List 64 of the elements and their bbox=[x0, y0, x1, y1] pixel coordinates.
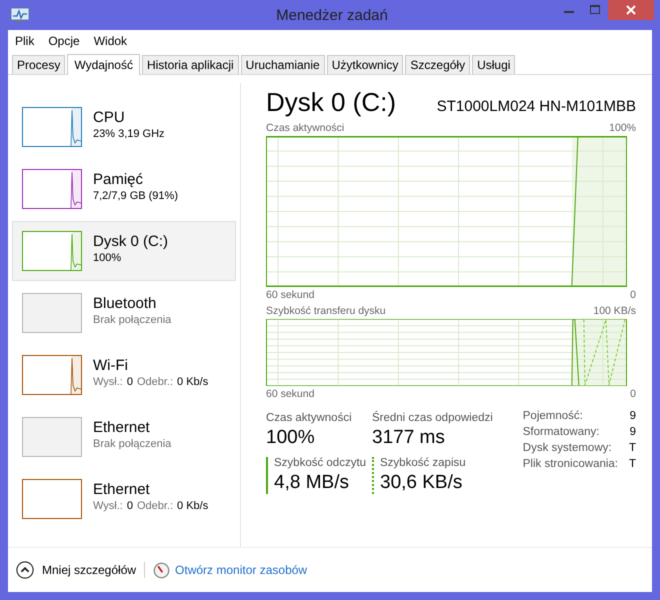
resource-detail: Wysł.: 0 Odebr.: 0 Kb/s bbox=[93, 500, 210, 512]
property-label: Pojemność: bbox=[522, 410, 584, 422]
tab[interactable]: Procesy bbox=[12, 55, 66, 74]
property-value: 9 bbox=[628, 426, 636, 438]
graph-min: 0 bbox=[630, 388, 636, 400]
tab[interactable]: Historia aplikacji bbox=[142, 55, 239, 74]
stat-value: 100% bbox=[266, 427, 316, 449]
menu-item[interactable]: Plik bbox=[15, 34, 34, 48]
resource-name: Wi-Fi bbox=[93, 356, 129, 374]
resource-detail: 100% bbox=[93, 252, 122, 264]
window-title: Menedżer zadań bbox=[275, 7, 389, 24]
disk-title: Dysk 0 (C:) bbox=[266, 87, 396, 118]
graph-label: Czas aktywności bbox=[266, 122, 344, 134]
property-label: Plik stronicowania: bbox=[522, 458, 618, 470]
resource-detail: Brak połączenia bbox=[93, 314, 172, 326]
sidebar-item[interactable]: Dysk 0 (C:) 100% bbox=[12, 221, 236, 281]
resource-monitor-link[interactable]: Otwórz monitor zasobów bbox=[175, 563, 308, 577]
resource-detail: 23% 3,19 GHz bbox=[93, 128, 166, 140]
disk-model: ST1000LM024 HN-M101MBB bbox=[436, 98, 636, 115]
fewer-details-button[interactable]: Mniej szczegółów bbox=[42, 563, 136, 577]
resource-name: Bluetooth bbox=[93, 294, 158, 312]
sidebar-item[interactable]: Wi-Fi Wysł.: 0 Odebr.: 0 Kb/s bbox=[12, 345, 236, 405]
close-icon[interactable] bbox=[608, 0, 654, 20]
tab[interactable]: Usługi bbox=[472, 55, 516, 74]
menu-item[interactable]: Opcje bbox=[48, 34, 80, 48]
resource-detail: Brak połączenia bbox=[93, 438, 172, 450]
resource-detail: 7,2/7,9 GB (91%) bbox=[93, 190, 179, 202]
graph-max: 100 KB/s bbox=[593, 305, 636, 317]
property-label: Sformatowany: bbox=[522, 426, 600, 438]
graph-time-label: 60 sekund bbox=[266, 388, 314, 400]
tab[interactable]: Uruchamianie bbox=[240, 55, 325, 74]
sidebar-item[interactable]: CPU 23% 3,19 GHz bbox=[12, 97, 236, 157]
sidebar-item[interactable]: Ethernet Brak połączenia bbox=[12, 407, 236, 467]
graph-max: 100% bbox=[609, 122, 636, 134]
resource-name: Pamięć bbox=[93, 170, 144, 188]
tab[interactable]: Użytkownicy bbox=[326, 55, 404, 74]
tab[interactable]: Wydajność bbox=[67, 54, 140, 75]
gauge-icon bbox=[153, 562, 170, 578]
stat-value: 4,8 MB/s bbox=[274, 472, 350, 494]
property-value: T bbox=[628, 458, 636, 470]
property-label: Dysk systemowy: bbox=[522, 442, 613, 454]
resource-name: Dysk 0 (C:) bbox=[93, 232, 168, 250]
tab[interactable]: Szczegóły bbox=[405, 55, 470, 74]
app-icon bbox=[10, 7, 30, 23]
property-value: 9 bbox=[628, 410, 636, 422]
property-value: T bbox=[628, 442, 636, 454]
graph-label: Szybkość transferu dysku bbox=[266, 305, 386, 317]
collapse-icon[interactable] bbox=[16, 561, 34, 579]
stat-value: 30,6 KB/s bbox=[380, 472, 464, 494]
resource-name: Ethernet bbox=[93, 480, 151, 498]
resource-name: CPU bbox=[93, 108, 126, 126]
stat-label: Szybkość zapisu bbox=[380, 457, 467, 469]
sidebar-item[interactable]: Bluetooth Brak połączenia bbox=[12, 283, 236, 343]
resource-detail: Wysł.: 0 Odebr.: 0 Kb/s bbox=[93, 376, 210, 388]
resource-name: Ethernet bbox=[93, 418, 151, 436]
sidebar-item[interactable]: Ethernet Wysł.: 0 Odebr.: 0 Kb/s bbox=[12, 469, 236, 529]
stat-label: Średni czas odpowiedzi bbox=[372, 412, 494, 424]
sidebar-item[interactable]: Pamięć 7,2/7,9 GB (91%) bbox=[12, 159, 236, 219]
menu-item[interactable]: Widok bbox=[94, 34, 128, 48]
graph-min: 0 bbox=[630, 289, 636, 301]
stat-label: Czas aktywności bbox=[266, 412, 353, 424]
stat-label: Szybkość odczytu bbox=[274, 457, 368, 469]
graph-time-label: 60 sekund bbox=[266, 289, 314, 301]
stat-value: 3177 ms bbox=[372, 427, 446, 449]
